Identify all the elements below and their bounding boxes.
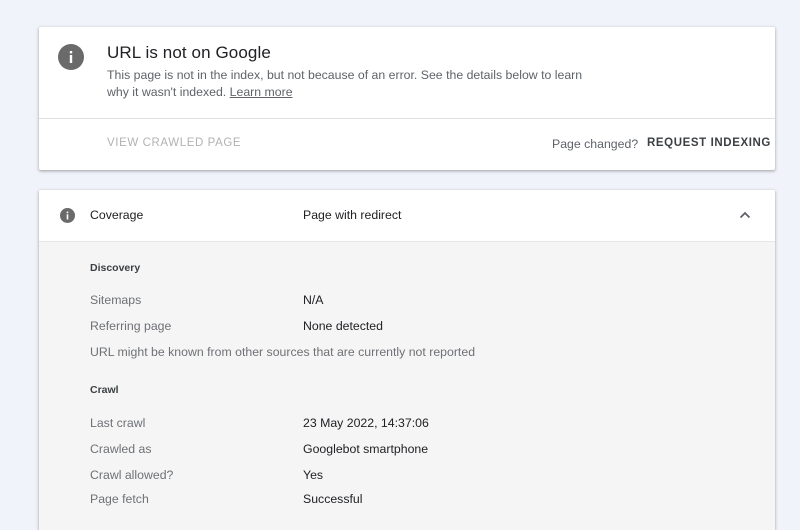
status-description: This page is not in the index, but not b… [107, 67, 587, 100]
chevron-up-icon[interactable] [737, 207, 753, 223]
coverage-label: Coverage [90, 208, 144, 222]
referring-page-value: None detected [303, 319, 383, 333]
coverage-status-value: Page with redirect [303, 208, 402, 222]
last-crawl-label: Last crawl [90, 416, 146, 430]
info-icon [60, 208, 75, 223]
divider [39, 118, 775, 119]
info-icon [58, 44, 84, 70]
last-crawl-value: 23 May 2022, 14:37:06 [303, 416, 429, 430]
status-description-text: This page is not in the index, but not b… [107, 68, 583, 99]
crawl-heading: Crawl [90, 384, 119, 396]
referring-page-label: Referring page [90, 319, 172, 333]
learn-more-link[interactable]: Learn more [230, 85, 293, 99]
crawl-allowed-label: Crawl allowed? [90, 468, 174, 482]
url-status-card: URL is not on Google This page is not in… [39, 27, 775, 170]
sitemaps-value: N/A [303, 293, 324, 307]
coverage-header[interactable]: Coverage Page with redirect [39, 190, 775, 242]
crawled-as-label: Crawled as [90, 442, 152, 456]
page-fetch-value: Successful [303, 492, 363, 506]
crawl-allowed-value: Yes [303, 468, 324, 482]
page-fetch-label: Page fetch [90, 492, 149, 506]
request-indexing-button[interactable]: REQUEST INDEXING [647, 137, 771, 149]
coverage-details: Discovery Sitemaps N/A Referring page No… [39, 242, 775, 530]
discovery-heading: Discovery [90, 262, 141, 274]
page-changed-label: Page changed? [552, 137, 639, 151]
status-title: URL is not on Google [107, 43, 271, 62]
crawled-as-value: Googlebot smartphone [303, 442, 429, 456]
coverage-card: Coverage Page with redirect Discovery Si… [39, 190, 775, 530]
discovery-note: URL might be known from other sources th… [90, 345, 476, 359]
sitemaps-label: Sitemaps [90, 293, 142, 307]
view-crawled-page-button[interactable]: VIEW CRAWLED PAGE [107, 137, 241, 149]
